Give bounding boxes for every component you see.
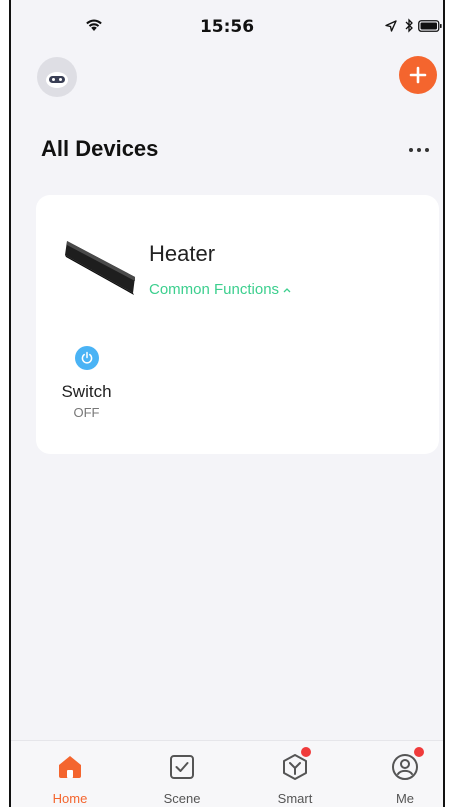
page-title: All Devices: [41, 136, 159, 161]
bluetooth-icon: [405, 18, 413, 33]
chevron-up-icon: [283, 287, 291, 292]
power-icon: [81, 351, 93, 364]
more-options-button[interactable]: [401, 140, 437, 160]
add-device-button[interactable]: [399, 56, 437, 94]
home-icon: [59, 756, 81, 778]
device-card[interactable]: Heater Common Functions Switch OFF: [36, 195, 439, 454]
status-time: 15:56: [199, 17, 255, 37]
app-screen: 15:56 All Devices Heater Common Function…: [9, 0, 445, 807]
avatar[interactable]: [37, 57, 77, 97]
status-bar: 15:56: [11, 0, 443, 42]
more-dots-icon: [409, 148, 413, 152]
me-notification-badge: [414, 747, 424, 757]
tab-home[interactable]: Home: [30, 741, 110, 807]
tab-me-label: Me: [395, 791, 415, 806]
common-functions-toggle[interactable]: Common Functions: [149, 281, 291, 298]
common-functions-label: Common Functions: [149, 281, 280, 298]
tab-smart[interactable]: Smart: [255, 741, 335, 807]
switch-power-button[interactable]: [75, 346, 99, 370]
tab-home-label: Home: [52, 791, 88, 806]
scene-check-icon: [170, 755, 194, 779]
tab-smart-label: Smart: [277, 791, 313, 806]
switch-label: Switch: [61, 382, 112, 401]
bottom-tab-bar: Home Scene Smart Me: [11, 740, 443, 807]
device-name: Heater: [149, 241, 216, 266]
tab-scene[interactable]: Scene: [142, 741, 222, 807]
switch-state: OFF: [73, 405, 100, 420]
robot-avatar-icon: [46, 72, 68, 88]
smart-notification-badge: [301, 747, 311, 757]
location-arrow-icon: [385, 20, 397, 32]
battery-icon: [418, 20, 442, 32]
plus-icon: [409, 66, 427, 84]
tab-me[interactable]: Me: [365, 741, 443, 807]
tab-scene-label: Scene: [163, 791, 201, 806]
heater-device-image: [65, 241, 135, 295]
